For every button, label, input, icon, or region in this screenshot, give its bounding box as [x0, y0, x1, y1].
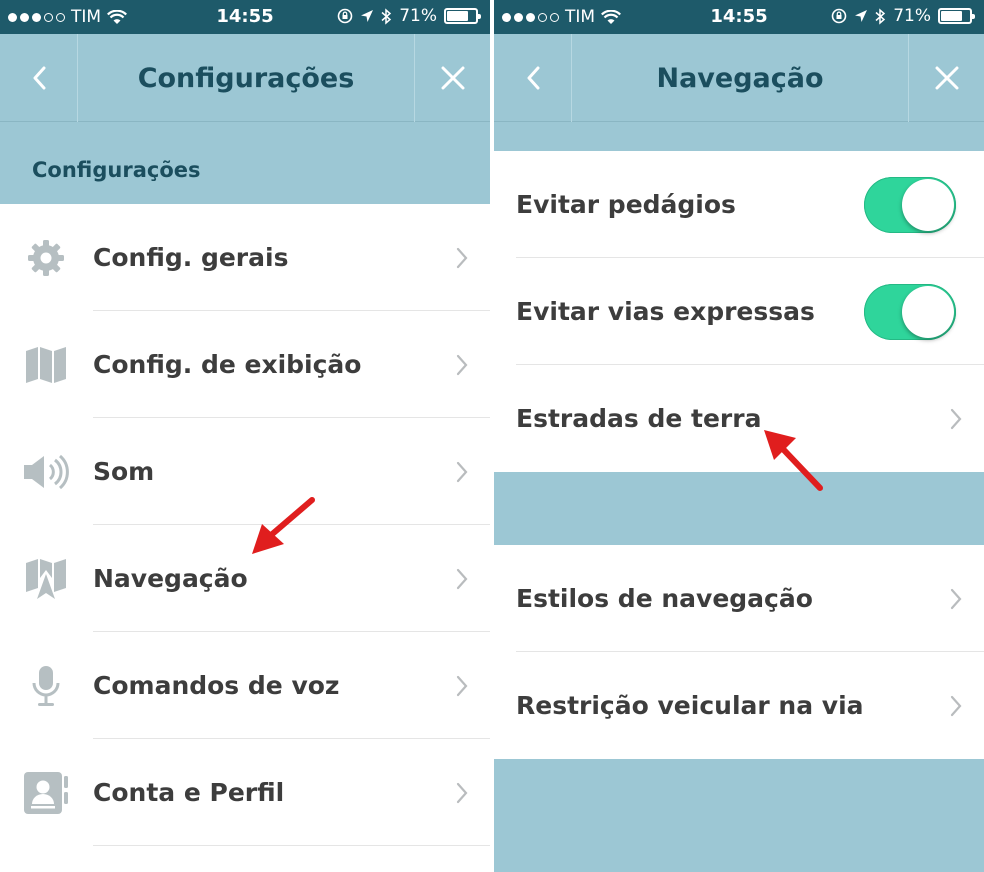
- location-arrow-icon: [361, 10, 374, 22]
- settings-item-comandos-voz[interactable]: Comandos de voz: [0, 632, 490, 739]
- section-header: Configurações: [0, 122, 490, 204]
- battery-percent: 71%: [893, 6, 931, 26]
- annotation-arrow: [252, 497, 315, 554]
- option-evitar-pedagios: Evitar pedágios: [494, 151, 984, 258]
- settings-item-conta-perfil[interactable]: Conta e Perfil: [0, 739, 490, 846]
- chevron-right-icon: [456, 782, 468, 804]
- option-estradas-de-terra[interactable]: Estradas de terra: [494, 365, 984, 472]
- left-screen: TIM 14:55 71% Configurações Configuraçõe…: [0, 0, 490, 872]
- close-button[interactable]: [414, 34, 490, 122]
- battery-percent: 71%: [399, 6, 437, 26]
- page-title: Navegação: [656, 62, 824, 94]
- toggle-evitar-pedagios[interactable]: [864, 176, 956, 233]
- settings-item-label: Config. de exibição: [93, 350, 362, 379]
- settings-item-label: Comandos de voz: [93, 671, 340, 700]
- settings-item-label: Config. gerais: [93, 243, 289, 272]
- settings-item-label: Navegação: [93, 564, 248, 593]
- navigation-options-group-2: Estilos de navegação Restrição veicular …: [494, 545, 984, 759]
- settings-item-config-exibicao[interactable]: Config. de exibição: [0, 311, 490, 418]
- close-button[interactable]: [908, 34, 984, 122]
- settings-item-som[interactable]: Som: [0, 418, 490, 525]
- map-icon: [22, 341, 70, 389]
- profile-card-icon: [22, 769, 70, 817]
- location-arrow-icon: [855, 10, 868, 22]
- option-label: Estilos de navegação: [516, 584, 813, 613]
- section-title: Configurações: [32, 158, 201, 182]
- nav-bar: Navegação: [494, 34, 984, 122]
- bluetooth-icon: [381, 7, 392, 25]
- battery-icon: [444, 8, 481, 24]
- option-evitar-vias-expressas: Evitar vias expressas: [494, 258, 984, 365]
- close-icon: [441, 66, 464, 90]
- lock-rotation-icon: [337, 8, 353, 24]
- settings-item-navegacao[interactable]: Navegação: [0, 525, 490, 632]
- settings-list: Config. gerais Config. de exibição Som N…: [0, 204, 490, 872]
- navigation-options-group-1: Evitar pedágios Evitar vias expressas Es…: [494, 151, 984, 472]
- settings-item-label: Som: [93, 457, 155, 486]
- chevron-right-icon: [950, 408, 962, 430]
- back-button[interactable]: [0, 34, 78, 122]
- option-label: Evitar pedágios: [516, 190, 736, 219]
- bluetooth-icon: [875, 7, 886, 25]
- lock-rotation-icon: [831, 8, 847, 24]
- chevron-right-icon: [456, 568, 468, 590]
- chevron-left-icon: [33, 66, 45, 90]
- option-label: Restrição veicular na via: [516, 691, 864, 720]
- battery-icon: [938, 8, 975, 24]
- chevron-right-icon: [456, 675, 468, 697]
- back-button[interactable]: [494, 34, 572, 122]
- option-label: Estradas de terra: [516, 404, 762, 433]
- speaker-icon: [22, 448, 70, 496]
- settings-item-config-gerais[interactable]: Config. gerais: [0, 204, 490, 311]
- gear-icon: [22, 234, 70, 282]
- chevron-right-icon: [950, 588, 962, 610]
- nav-bar: Configurações: [0, 34, 490, 122]
- status-bar: TIM 14:55 71%: [0, 0, 490, 34]
- chevron-right-icon: [456, 354, 468, 376]
- toggle-evitar-vias-expressas[interactable]: [864, 283, 956, 340]
- right-screen: TIM 14:55 71% Navegação Evitar pedágios …: [494, 0, 984, 872]
- option-restricao-veicular[interactable]: Restrição veicular na via: [494, 652, 984, 759]
- status-bar: TIM 14:55 71%: [494, 0, 984, 34]
- microphone-icon: [22, 662, 70, 710]
- chevron-right-icon: [456, 461, 468, 483]
- annotation-arrow: [764, 430, 823, 491]
- chevron-right-icon: [950, 695, 962, 717]
- close-icon: [935, 66, 958, 90]
- settings-item-label: Conta e Perfil: [93, 778, 285, 807]
- option-label: Evitar vias expressas: [516, 297, 815, 326]
- navigation-map-icon: [22, 555, 70, 603]
- page-title: Configurações: [137, 62, 355, 94]
- chevron-left-icon: [527, 66, 539, 90]
- chevron-right-icon: [456, 247, 468, 269]
- option-estilos-navegacao[interactable]: Estilos de navegação: [494, 545, 984, 652]
